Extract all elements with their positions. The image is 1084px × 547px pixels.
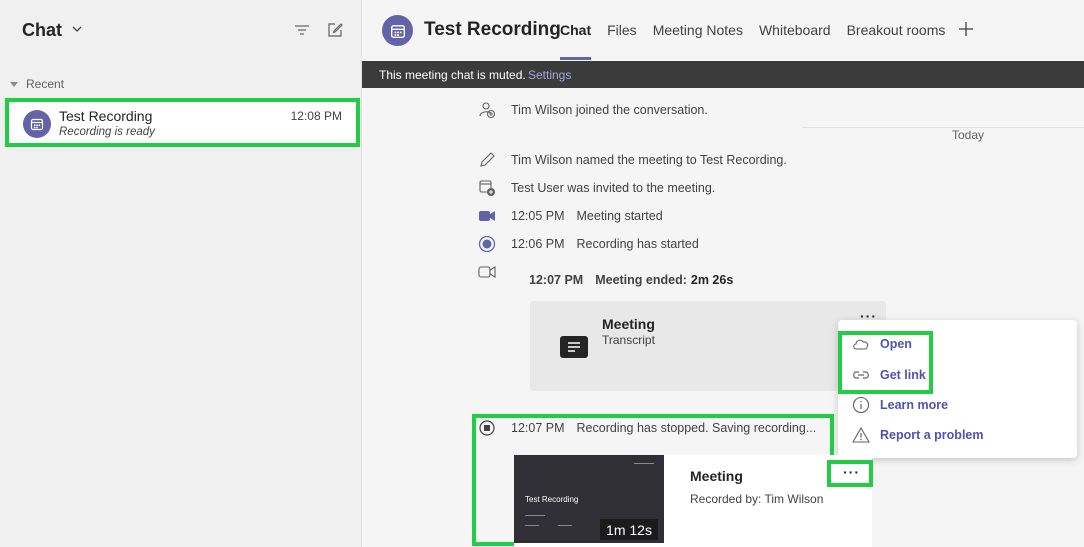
tab-bar: Chat Files Meeting Notes Whiteboard Brea… (560, 22, 961, 60)
message-time: 12:07 PM (529, 273, 584, 287)
date-divider-line (802, 127, 1084, 128)
transcript-icon (560, 336, 588, 358)
tab-breakout-rooms[interactable]: Breakout rooms (847, 22, 946, 44)
tab-whiteboard[interactable]: Whiteboard (759, 22, 831, 44)
system-message-text: Tim Wilson named the meeting to Test Rec… (511, 153, 787, 167)
meeting-calendar-icon (382, 15, 413, 46)
conversation-header: Test Recording Chat Files Meeting Notes … (362, 0, 1084, 61)
tab-chat[interactable]: Chat (560, 22, 592, 60)
system-message-renamed: Tim Wilson named the meeting to Test Rec… (477, 150, 787, 170)
muted-banner: This meeting chat is muted. Settings (362, 61, 1084, 88)
transcript-card[interactable]: Meeting Transcript (530, 301, 886, 391)
stop-record-icon (477, 419, 497, 437)
add-tab-icon[interactable] (958, 21, 974, 37)
chat-title[interactable]: Chat (22, 20, 62, 41)
chat-item-preview: Recording is ready (59, 126, 155, 138)
video-camera-outline-row (477, 262, 511, 282)
message-time: 12:05 PM (511, 209, 565, 223)
settings-link[interactable]: Settings (528, 68, 571, 82)
video-camera-icon (477, 207, 497, 225)
calendar-add-icon (477, 179, 497, 197)
system-message-invited: Test User was invited to the meeting. (477, 178, 715, 198)
thumbnail-line (525, 515, 545, 516)
caret-down-icon (10, 81, 18, 87)
menu-item-report-problem[interactable]: Report a problem (852, 425, 984, 445)
menu-item-learn-more[interactable]: Learn more (852, 395, 948, 415)
system-message-recording-stopped: 12:07 PM Recording has stopped. Saving r… (477, 418, 816, 438)
system-message-joined: Tim Wilson joined the conversation. (477, 100, 708, 120)
message-time: 12:06 PM (511, 237, 565, 251)
chevron-down-icon[interactable] (70, 22, 84, 36)
tab-files[interactable]: Files (607, 22, 637, 44)
system-message-text: Recording has stopped. Saving recording.… (576, 421, 817, 435)
recording-card-title: Meeting (690, 468, 743, 484)
recent-label: Recent (26, 77, 65, 91)
pencil-icon (477, 151, 497, 169)
system-message-meeting-started: 12:05 PM Meeting started (477, 206, 663, 226)
system-message-recording-started: 12:06 PM Recording has started (477, 234, 699, 254)
muted-banner-text: This meeting chat is muted. (379, 68, 526, 82)
person-add-icon (477, 101, 497, 119)
conversation-panel: Test Recording Chat Files Meeting Notes … (362, 0, 1084, 547)
record-icon (477, 235, 497, 253)
transcript-card-title: Meeting (602, 316, 655, 332)
menu-item-label: Report a problem (880, 428, 984, 442)
video-camera-outline-icon (477, 263, 497, 281)
meeting-duration: 2m 26s (690, 273, 734, 287)
chat-list-item-test-recording[interactable]: Test Recording Recording is ready 12:08 … (5, 98, 360, 147)
menu-item-label: Learn more (880, 398, 949, 412)
system-message-text: Recording has started (576, 237, 699, 251)
thumbnail-title: Test Recording (525, 495, 579, 504)
recording-duration-badge: 1m 12s (600, 519, 658, 540)
thumbnail-line (634, 463, 654, 464)
meeting-title: Test Recording (424, 19, 561, 40)
highlight-open-getlink (838, 331, 933, 394)
date-divider-label: Today (944, 128, 993, 142)
info-icon (852, 396, 870, 414)
tab-meeting-notes[interactable]: Meeting Notes (653, 22, 743, 44)
system-message-meeting-ended: 12:07 PM Meeting ended: 2m 26s (529, 270, 733, 290)
recording-card-subtitle: Recorded by: Tim Wilson (690, 492, 824, 506)
filter-icon[interactable] (293, 21, 311, 39)
compose-icon[interactable] (326, 21, 344, 39)
chat-list-header: Chat (0, 0, 362, 60)
chat-list-panel: Chat Recent Test Recording Recording is … (0, 0, 362, 547)
meeting-ended-label: Meeting ended: (595, 273, 687, 287)
system-message-text: Meeting started (576, 209, 663, 223)
transcript-card-subtitle: Transcript (602, 333, 655, 347)
chat-item-time: 12:08 PM (290, 109, 342, 123)
calendar-icon (23, 110, 51, 138)
recording-more-options-button[interactable]: ··· (843, 464, 860, 480)
message-time: 12:07 PM (511, 421, 565, 435)
recent-section-toggle[interactable]: Recent (10, 76, 64, 92)
system-message-text: Test User was invited to the meeting. (511, 181, 716, 195)
warning-icon (852, 426, 870, 444)
chat-item-name: Test Recording (59, 108, 153, 124)
system-message-text: Tim Wilson joined the conversation. (511, 103, 708, 117)
thumbnail-line (558, 525, 572, 526)
thumbnail-line (525, 525, 539, 526)
